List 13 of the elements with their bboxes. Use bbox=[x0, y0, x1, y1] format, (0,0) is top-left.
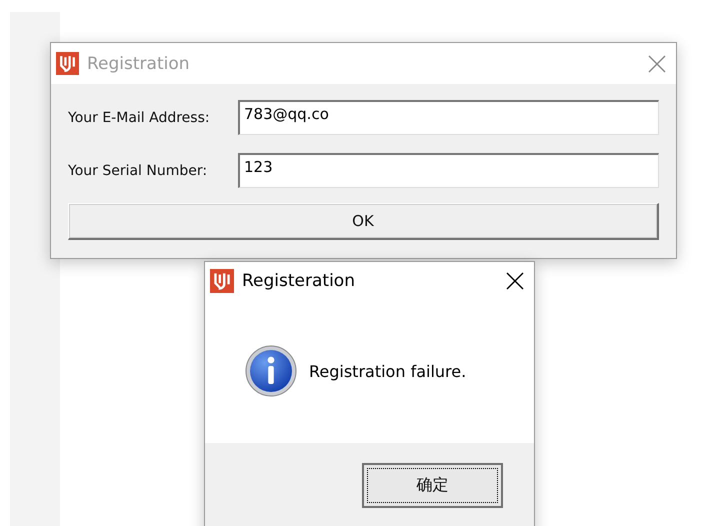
app-icon bbox=[56, 52, 79, 75]
window-title: Registeration bbox=[242, 270, 356, 290]
ok-button[interactable]: OK bbox=[68, 203, 659, 240]
confirm-button[interactable]: 确定 bbox=[362, 463, 503, 508]
field-label: Your E-Mail Address: bbox=[68, 110, 211, 126]
app-icon bbox=[210, 268, 234, 292]
close-icon[interactable] bbox=[506, 272, 524, 290]
field-label: Your Serial Number: bbox=[68, 162, 208, 178]
window-title: Registration bbox=[87, 54, 191, 74]
input-field[interactable]: 123 bbox=[238, 153, 659, 188]
message-text: Registration failure. bbox=[309, 362, 466, 380]
info-icon bbox=[245, 345, 297, 397]
input-field[interactable]: 783@qq.co bbox=[238, 100, 659, 135]
